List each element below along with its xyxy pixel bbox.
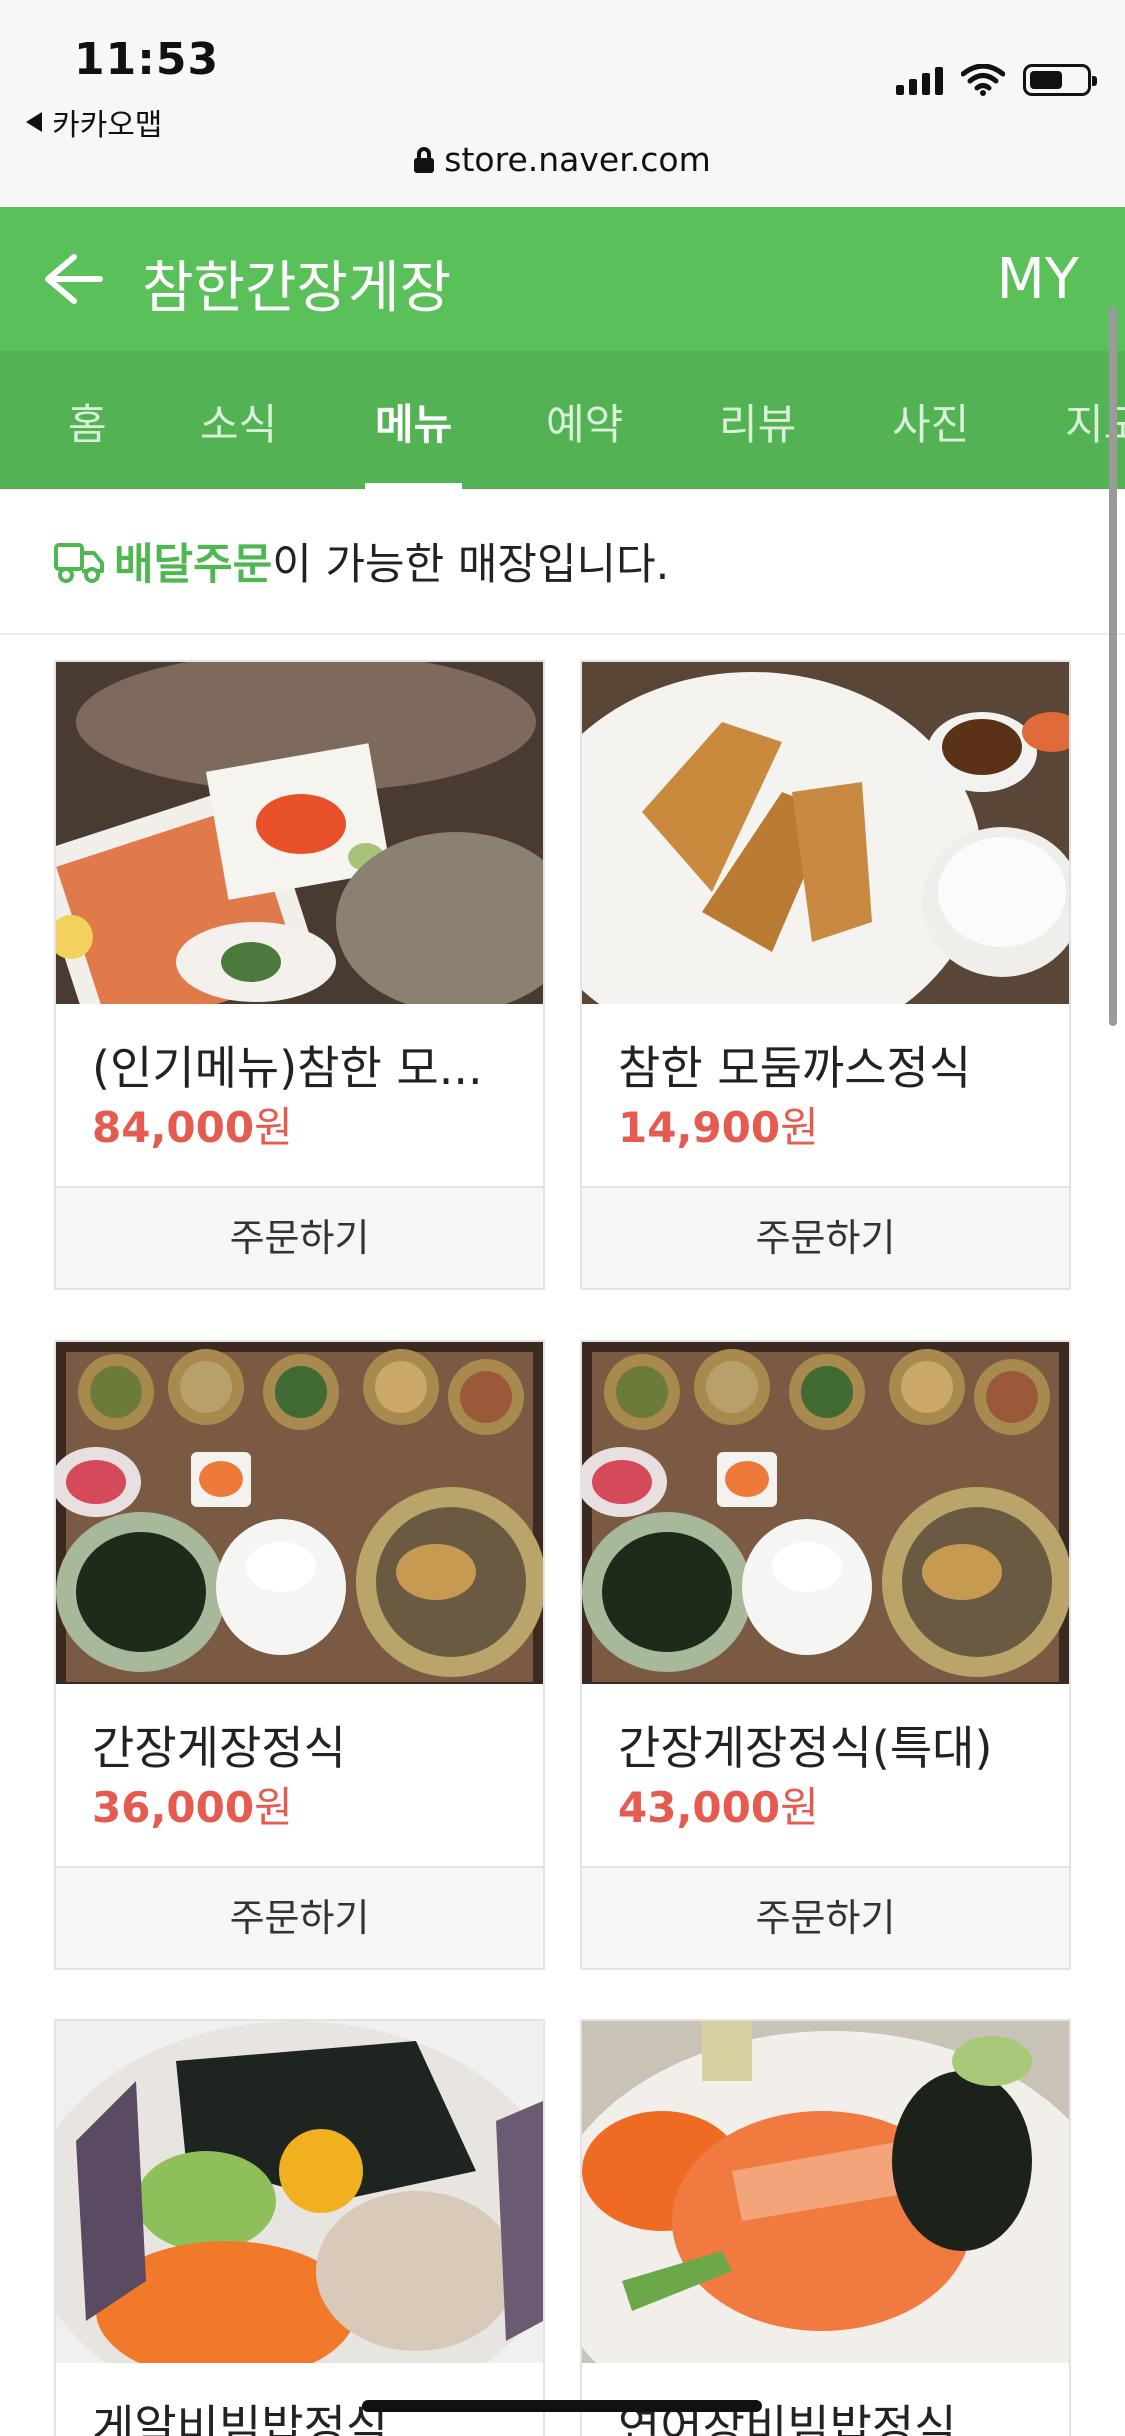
clock: 11:53 bbox=[74, 34, 220, 85]
system-icons bbox=[896, 64, 1097, 96]
delivery-notice: 배달주문 이 가능한 매장입니다. bbox=[0, 489, 1125, 635]
back-to-app-link[interactable]: 카카오맵 bbox=[26, 100, 162, 144]
tab-bar: 홈 소식 메뉴 예약 리뷰 사진 지도 bbox=[0, 351, 1125, 489]
menu-name: (인기메뉴)참한 모... bbox=[92, 1041, 483, 1095]
back-triangle-icon bbox=[26, 112, 42, 132]
menu-name: 간장게장정식(특대) bbox=[618, 1721, 993, 1775]
menu-card[interactable]: 참한 모둠까스정식 14,900원 주문하기 bbox=[580, 660, 1071, 1290]
menu-card[interactable]: 연어장비빔밥정식 bbox=[580, 2019, 1071, 2436]
address-bar[interactable]: store.naver.com bbox=[0, 140, 1125, 179]
menu-card[interactable]: 게알비빔밥정식 bbox=[54, 2019, 545, 2436]
menu-photo bbox=[56, 1342, 543, 1684]
tab-photo[interactable]: 사진 bbox=[892, 391, 969, 489]
menu-photo bbox=[582, 662, 1069, 1004]
scrollbar[interactable] bbox=[1109, 306, 1117, 1026]
cellular-signal-icon bbox=[896, 65, 943, 95]
menu-card[interactable]: 간장게장정식(특대) 43,000원 주문하기 bbox=[580, 1340, 1071, 1970]
battery-icon bbox=[1023, 64, 1097, 96]
menu-photo bbox=[56, 662, 543, 1004]
menu-name: 게알비빔밥정식 bbox=[92, 2400, 389, 2436]
menu-card[interactable]: 간장게장정식 36,000원 주문하기 bbox=[54, 1340, 545, 1970]
tab-review[interactable]: 리뷰 bbox=[719, 391, 796, 489]
notice-text: 이 가능한 매장입니다. bbox=[272, 540, 670, 590]
menu-name: 간장게장정식 bbox=[92, 1721, 346, 1775]
order-button[interactable]: 주문하기 bbox=[56, 1186, 543, 1288]
status-bar: 11:53 카카오맵 store.naver.com bbox=[0, 0, 1125, 207]
menu-price: 43,000원 bbox=[618, 1783, 819, 1832]
notice-highlight: 배달주문 bbox=[114, 540, 273, 590]
menu-card[interactable]: (인기메뉴)참한 모... 84,000원 주문하기 bbox=[54, 660, 545, 1290]
order-button[interactable]: 주문하기 bbox=[582, 1866, 1069, 1968]
menu-price: 84,000원 bbox=[92, 1103, 293, 1152]
my-button[interactable]: MY bbox=[996, 247, 1079, 312]
tab-home[interactable]: 홈 bbox=[68, 391, 107, 489]
url-text: store.naver.com bbox=[444, 140, 711, 179]
wifi-icon bbox=[961, 64, 1005, 96]
order-button[interactable]: 주문하기 bbox=[56, 1866, 543, 1968]
menu-photo bbox=[56, 2021, 543, 2363]
back-arrow-icon[interactable] bbox=[40, 249, 104, 309]
home-indicator[interactable] bbox=[362, 2400, 762, 2412]
store-header: 참한간장게장 MY bbox=[0, 207, 1125, 351]
store-title: 참한간장게장 bbox=[142, 256, 452, 321]
menu-photo bbox=[582, 1342, 1069, 1684]
tab-menu[interactable]: 메뉴 bbox=[364, 391, 463, 489]
menu-price: 36,000원 bbox=[92, 1783, 293, 1832]
lock-icon bbox=[414, 146, 435, 173]
menu-name: 참한 모둠까스정식 bbox=[618, 1041, 972, 1095]
delivery-truck-icon bbox=[54, 543, 104, 583]
tab-news[interactable]: 소식 bbox=[200, 391, 277, 489]
menu-price: 14,900원 bbox=[618, 1103, 819, 1152]
order-button[interactable]: 주문하기 bbox=[582, 1186, 1069, 1288]
menu-photo bbox=[582, 2021, 1069, 2363]
back-app-label: 카카오맵 bbox=[52, 108, 163, 143]
menu-name: 연어장비빔밥정식 bbox=[618, 2400, 957, 2436]
tab-reservation[interactable]: 예약 bbox=[546, 391, 623, 489]
